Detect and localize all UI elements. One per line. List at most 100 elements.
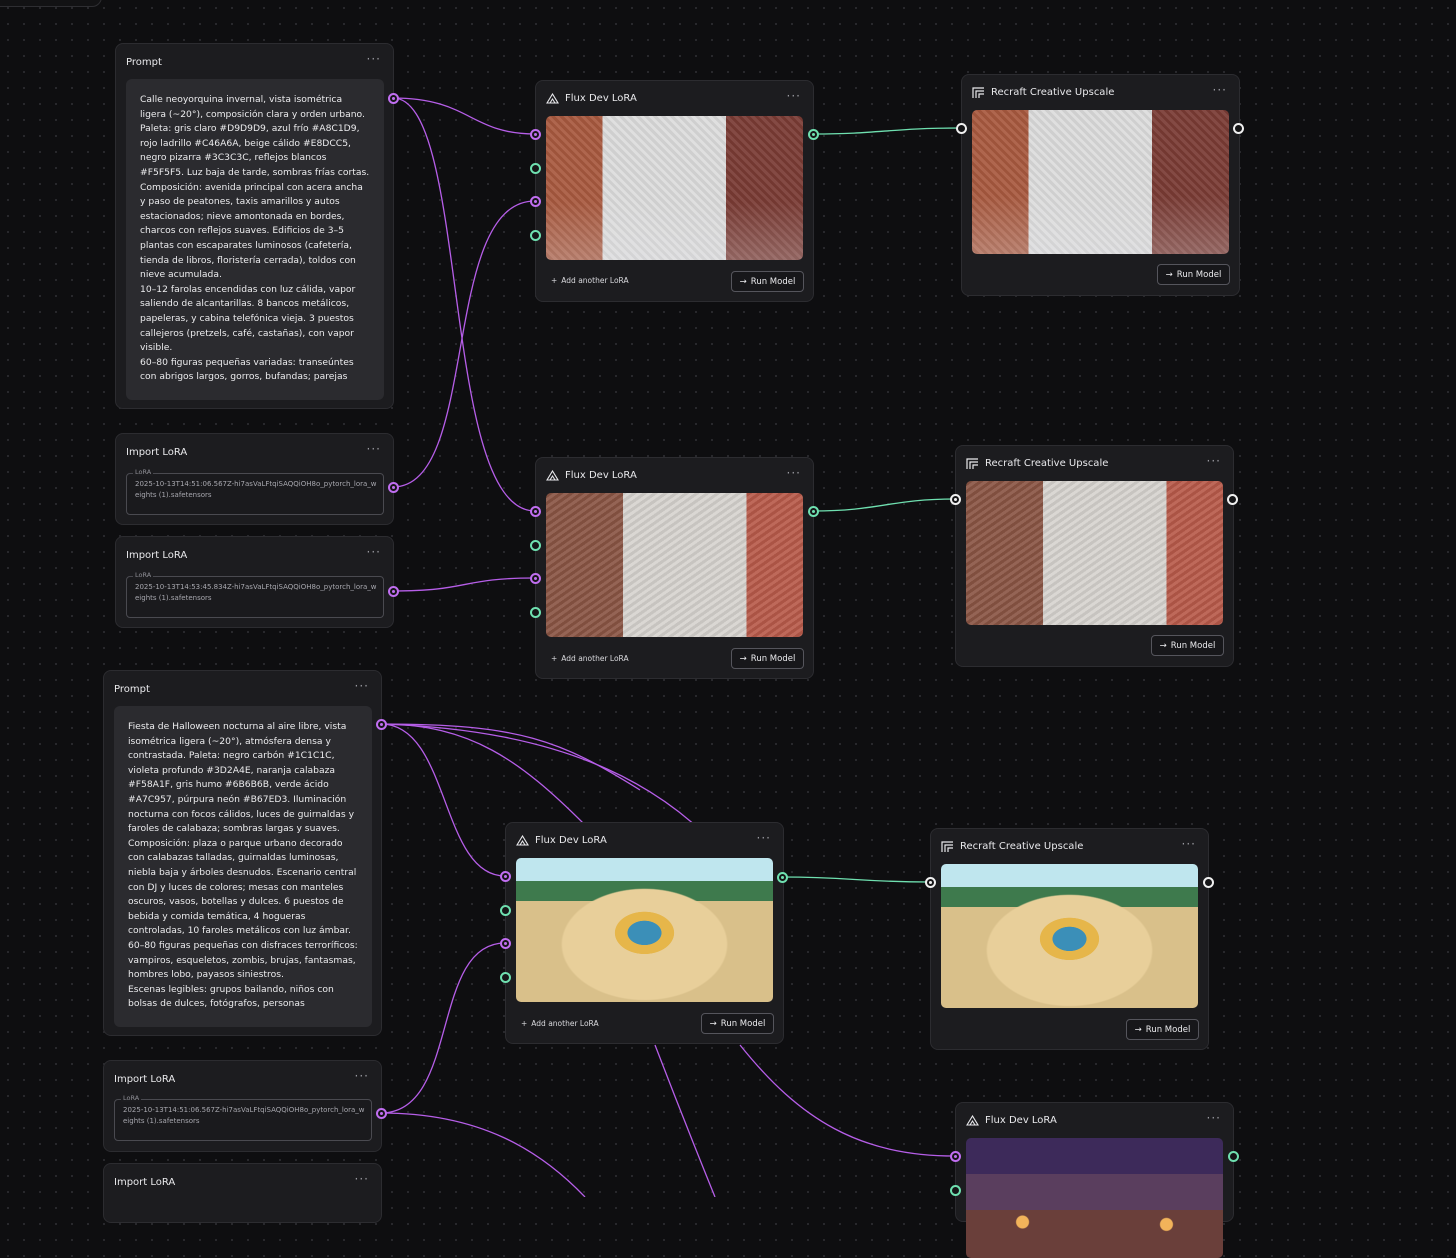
more-dots-icon[interactable]: ··· xyxy=(787,466,801,480)
node-title: Recraft Creative Upscale xyxy=(985,458,1109,469)
generated-image[interactable] xyxy=(546,493,803,637)
prompt-output-port[interactable] xyxy=(388,93,399,104)
run-model-button[interactable]: → Run Model xyxy=(1126,1019,1199,1040)
flux-logo-icon xyxy=(546,470,559,481)
add-lora-label: Add another LoRA xyxy=(561,276,629,285)
flux-dev-lora-node[interactable]: Flux Dev LoRA ··· xyxy=(955,1102,1234,1258)
generated-image[interactable] xyxy=(516,858,773,1002)
lora-file-field[interactable]: LoRA 2025-10-13T14:51:06.567Z-hi7asVaLFt… xyxy=(126,468,384,515)
import-lora-node[interactable]: Import LoRA ··· LoRA 2025-10-13T14:51:06… xyxy=(115,433,394,525)
plus-icon: + xyxy=(551,276,558,285)
more-dots-icon[interactable]: ··· xyxy=(367,442,381,456)
node-title: Import LoRA xyxy=(126,447,188,458)
lora-output-port[interactable] xyxy=(388,482,399,493)
prompt-node[interactable]: Prompt ··· Fiesta de Halloween nocturna … xyxy=(103,670,382,1036)
generated-image[interactable] xyxy=(966,1138,1223,1258)
image-input-port[interactable] xyxy=(950,494,961,505)
prompt-output-port[interactable] xyxy=(376,719,387,730)
run-model-button[interactable]: → Run Model xyxy=(701,1013,774,1034)
prompt-input-port[interactable] xyxy=(950,1151,961,1162)
image-input-port[interactable] xyxy=(500,905,511,916)
plus-icon: + xyxy=(551,654,558,663)
wire-flux3-up3 xyxy=(781,876,931,883)
more-dots-icon[interactable]: ··· xyxy=(355,1172,369,1186)
prompt-input-port[interactable] xyxy=(530,129,541,140)
image-output-port[interactable] xyxy=(808,506,819,517)
prompt-text[interactable]: Calle neoyorquina invernal, vista isomét… xyxy=(126,79,384,400)
image-input-port[interactable] xyxy=(530,230,541,241)
wire-lora3-flux3 xyxy=(380,942,506,1114)
wire-prompt1-flux2 xyxy=(392,97,536,512)
prompt-input-port[interactable] xyxy=(530,506,541,517)
add-lora-button[interactable]: + Add another LoRA xyxy=(521,1019,599,1028)
lora-input-port[interactable] xyxy=(530,573,541,584)
image-input-port[interactable] xyxy=(530,163,541,174)
image-input-port[interactable] xyxy=(530,540,541,551)
more-dots-icon[interactable]: ··· xyxy=(787,89,801,103)
lora-input-port[interactable] xyxy=(530,196,541,207)
wire-prompt2-up-b xyxy=(380,723,641,791)
lora-file-field[interactable]: LoRA 2025-10-13T14:51:06.567Z-hi7asVaLFt… xyxy=(114,1094,372,1141)
upscaled-image[interactable] xyxy=(966,481,1223,625)
add-lora-button[interactable]: + Add another LoRA xyxy=(551,276,629,285)
wire-down-2 xyxy=(654,1044,716,1197)
toolbar-corner xyxy=(0,0,102,7)
node-title: Prompt xyxy=(126,57,162,68)
flux-dev-lora-node[interactable]: Flux Dev LoRA ··· + Add another LoRA → R… xyxy=(535,80,814,302)
image-input-port[interactable] xyxy=(500,972,511,983)
node-title: Import LoRA xyxy=(114,1074,176,1085)
import-lora-node[interactable]: Import LoRA ··· LoRA 2025-10-13T14:51:06… xyxy=(103,1060,382,1152)
more-dots-icon[interactable]: ··· xyxy=(367,545,381,559)
image-output-port[interactable] xyxy=(808,129,819,140)
more-dots-icon[interactable]: ··· xyxy=(757,831,771,845)
import-lora-node[interactable]: Import LoRA ··· LoRA 2025-10-13T14:53:45… xyxy=(115,536,394,628)
more-dots-icon[interactable]: ··· xyxy=(1207,1111,1221,1125)
image-input-port[interactable] xyxy=(956,123,967,134)
prompt-text[interactable]: Fiesta de Halloween nocturna al aire lib… xyxy=(114,706,372,1027)
image-output-port[interactable] xyxy=(1203,877,1214,888)
image-input-port[interactable] xyxy=(950,1185,961,1196)
recraft-upscale-node[interactable]: Recraft Creative Upscale ··· → Run Model xyxy=(961,74,1240,296)
arrow-right-icon: → xyxy=(1165,269,1173,280)
more-dots-icon[interactable]: ··· xyxy=(1182,837,1196,851)
flux-dev-lora-node[interactable]: Flux Dev LoRA ··· + Add another LoRA → R… xyxy=(505,822,784,1044)
lora-file-name: 2025-10-13T14:53:45.834Z-hi7asVaLFtqiSAQ… xyxy=(135,583,377,602)
image-output-port[interactable] xyxy=(1228,1151,1239,1162)
prompt-node[interactable]: Prompt ··· Calle neoyorquina invernal, v… xyxy=(115,43,394,409)
generated-image[interactable] xyxy=(546,116,803,260)
more-dots-icon[interactable]: ··· xyxy=(355,1069,369,1083)
image-input-port[interactable] xyxy=(925,877,936,888)
upscaled-image[interactable] xyxy=(972,110,1229,254)
recraft-upscale-node[interactable]: Recraft Creative Upscale ··· → Run Model xyxy=(930,828,1209,1050)
image-output-port[interactable] xyxy=(1233,123,1244,134)
more-dots-icon[interactable]: ··· xyxy=(1213,83,1227,97)
run-model-button[interactable]: → Run Model xyxy=(1157,264,1230,285)
add-lora-button[interactable]: + Add another LoRA xyxy=(551,654,629,663)
recraft-upscale-node[interactable]: Recraft Creative Upscale ··· → Run Model xyxy=(955,445,1234,667)
run-model-button[interactable]: → Run Model xyxy=(731,648,804,669)
node-title: Recraft Creative Upscale xyxy=(960,841,1084,852)
wire-prompt1-flux1 xyxy=(392,97,536,135)
recraft-logo-icon xyxy=(941,841,953,852)
flux-dev-lora-node[interactable]: Flux Dev LoRA ··· + Add another LoRA → R… xyxy=(535,457,814,679)
import-lora-node[interactable]: Import LoRA ··· xyxy=(103,1163,382,1223)
lora-output-port[interactable] xyxy=(388,586,399,597)
lora-output-port[interactable] xyxy=(376,1108,387,1119)
lora-file-field[interactable]: LoRA 2025-10-13T14:53:45.834Z-hi7asVaLFt… xyxy=(126,571,384,618)
run-model-button[interactable]: → Run Model xyxy=(731,271,804,292)
prompt-input-port[interactable] xyxy=(500,871,511,882)
node-title: Flux Dev LoRA xyxy=(985,1115,1057,1126)
more-dots-icon[interactable]: ··· xyxy=(1207,454,1221,468)
image-input-port[interactable] xyxy=(530,607,541,618)
image-output-port[interactable] xyxy=(1227,494,1238,505)
wire-prompt2-up-a xyxy=(380,723,586,826)
upscaled-image[interactable] xyxy=(941,864,1198,1008)
lora-input-port[interactable] xyxy=(500,938,511,949)
run-model-button[interactable]: → Run Model xyxy=(1151,635,1224,656)
image-output-port[interactable] xyxy=(777,872,788,883)
lora-field-label: LoRA xyxy=(121,1094,142,1102)
more-dots-icon[interactable]: ··· xyxy=(367,52,381,66)
add-lora-label: Add another LoRA xyxy=(531,1019,599,1028)
more-dots-icon[interactable]: ··· xyxy=(355,679,369,693)
add-lora-label: Add another LoRA xyxy=(561,654,629,663)
